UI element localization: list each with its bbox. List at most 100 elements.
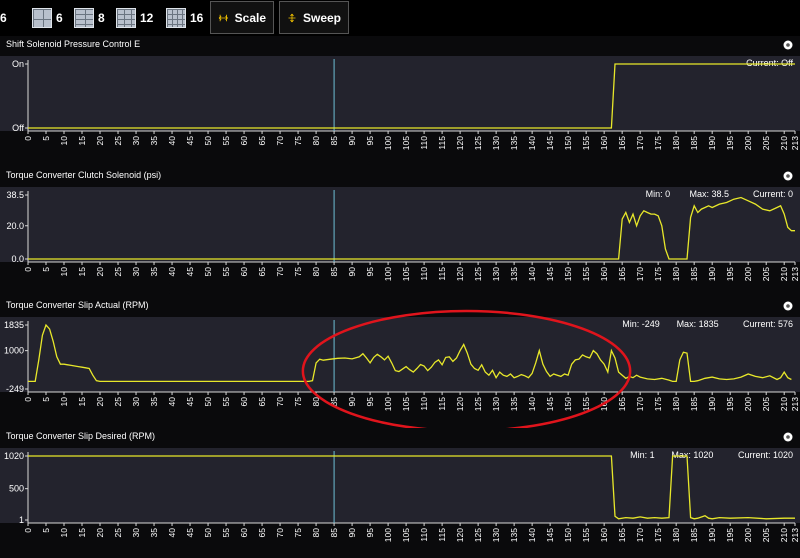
x-tick-label: 50 xyxy=(203,527,213,537)
chart-2: Torque Converter Slip Actual (RPM) Curren… xyxy=(0,300,800,428)
x-tick-label: 205 xyxy=(761,136,771,150)
x-tick-label: 65 xyxy=(257,397,267,407)
x-tick-label: 195 xyxy=(725,266,735,280)
x-tick-label: 125 xyxy=(473,397,483,411)
x-tick-label: 80 xyxy=(311,527,321,537)
x-tick-label: 205 xyxy=(761,527,771,541)
x-tick-label: 35 xyxy=(149,136,159,146)
layout-12-button[interactable]: 12 xyxy=(116,4,153,32)
x-tick-label: 115 xyxy=(437,266,447,280)
layout-8-button[interactable]: 8 xyxy=(74,4,105,32)
sweep-icon xyxy=(288,13,296,22)
chart-title: Torque Converter Clutch Solenoid (psi) xyxy=(6,170,161,180)
x-tick-label: 70 xyxy=(275,397,285,407)
x-tick-label: 100 xyxy=(383,527,393,541)
x-tick-label: 205 xyxy=(761,397,771,411)
x-tick-label: 15 xyxy=(77,136,87,146)
x-tick-label: 135 xyxy=(509,397,519,411)
x-tick-label: 105 xyxy=(401,136,411,150)
y-tick-label: 1 xyxy=(19,515,24,525)
x-tick-label: 165 xyxy=(617,266,627,280)
x-tick-label: 75 xyxy=(293,266,303,276)
x-tick-label: 35 xyxy=(149,397,159,407)
x-tick-label: 105 xyxy=(401,397,411,411)
x-tick-label: 15 xyxy=(77,397,87,407)
x-tick-label: 5 xyxy=(41,136,51,141)
x-tick-label: 135 xyxy=(509,266,519,280)
x-tick-label: 95 xyxy=(365,527,375,537)
x-tick-label: 165 xyxy=(617,527,627,541)
x-tick-label: 55 xyxy=(221,527,231,537)
x-tick-label: 80 xyxy=(311,266,321,276)
x-tick-label: 120 xyxy=(455,266,465,280)
x-tick-label: 40 xyxy=(167,136,177,146)
stat-label: Max: 1020 xyxy=(671,450,713,460)
x-tick-label: 75 xyxy=(293,136,303,146)
x-tick-label: 20 xyxy=(95,527,105,537)
layout-6-button[interactable]: 6 xyxy=(32,4,63,32)
x-tick-label: 95 xyxy=(365,397,375,407)
x-tick-label: 50 xyxy=(203,266,213,276)
x-tick-label: 140 xyxy=(527,397,537,411)
chart-3: Torque Converter Slip Desired (RPM) Curre… xyxy=(0,431,800,542)
stat-label: Min: -249 xyxy=(622,319,660,329)
x-tick-label: 25 xyxy=(113,266,123,276)
x-tick-label: 105 xyxy=(401,527,411,541)
chart-options-icon-center xyxy=(786,173,790,178)
x-tick-label: 90 xyxy=(347,527,357,537)
x-tick-label: 125 xyxy=(473,266,483,280)
x-tick-label: 210 xyxy=(779,136,789,150)
x-tick-label: 170 xyxy=(635,527,645,541)
x-tick-label: 195 xyxy=(725,397,735,411)
x-tick-label: 15 xyxy=(77,527,87,537)
y-tick-label: 500 xyxy=(9,483,24,493)
x-tick-label: 140 xyxy=(527,527,537,541)
x-tick-label: 120 xyxy=(455,136,465,150)
layout-6-first-button[interactable]: 6 xyxy=(0,4,7,32)
x-tick-label: 210 xyxy=(779,397,789,411)
x-tick-label: 65 xyxy=(257,266,267,276)
x-tick-label: 145 xyxy=(545,136,555,150)
x-tick-label: 90 xyxy=(347,397,357,407)
x-tick-label: 0 xyxy=(23,136,33,141)
x-tick-label: 145 xyxy=(545,527,555,541)
x-tick-label: 170 xyxy=(635,266,645,280)
x-tick-label: 95 xyxy=(365,136,375,146)
chart-0: Shift Solenoid Pressure Control E Current… xyxy=(0,39,800,150)
x-tick-label: 213 xyxy=(790,136,800,150)
x-tick-label: 100 xyxy=(383,397,393,411)
x-tick-label: 40 xyxy=(167,527,177,537)
chart-options-icon-center xyxy=(786,43,790,47)
x-tick-label: 55 xyxy=(221,266,231,276)
x-tick-label: 145 xyxy=(545,266,555,280)
stat-label: Current: 576 xyxy=(743,319,793,329)
x-tick-label: 200 xyxy=(743,397,753,411)
plot-area xyxy=(0,56,800,131)
x-tick-label: 125 xyxy=(473,527,483,541)
x-tick-label: 10 xyxy=(59,266,69,276)
x-tick-label: 175 xyxy=(653,136,663,150)
y-tick-label: Off xyxy=(12,123,24,133)
x-tick-label: 155 xyxy=(581,266,591,280)
x-tick-label: 110 xyxy=(419,397,429,411)
scale-button[interactable]: Scale xyxy=(210,1,274,34)
x-tick-label: 40 xyxy=(167,266,177,276)
x-tick-label: 5 xyxy=(41,527,51,532)
x-tick-label: 115 xyxy=(437,136,447,150)
x-tick-label: 105 xyxy=(401,266,411,280)
x-tick-label: 110 xyxy=(419,266,429,280)
x-tick-label: 135 xyxy=(509,527,519,541)
x-tick-label: 200 xyxy=(743,136,753,150)
grid-icon xyxy=(32,8,52,28)
y-tick-label: -249 xyxy=(6,384,24,394)
sweep-button[interactable]: Sweep xyxy=(279,1,349,34)
x-tick-label: 5 xyxy=(41,266,51,271)
layout-16-button[interactable]: 16 xyxy=(166,4,203,32)
x-tick-label: 35 xyxy=(149,527,159,537)
x-tick-label: 160 xyxy=(599,527,609,541)
x-tick-label: 145 xyxy=(545,397,555,411)
x-tick-label: 75 xyxy=(293,527,303,537)
x-tick-label: 90 xyxy=(347,266,357,276)
chart-options-icon-center xyxy=(786,434,790,439)
x-tick-label: 35 xyxy=(149,266,159,276)
